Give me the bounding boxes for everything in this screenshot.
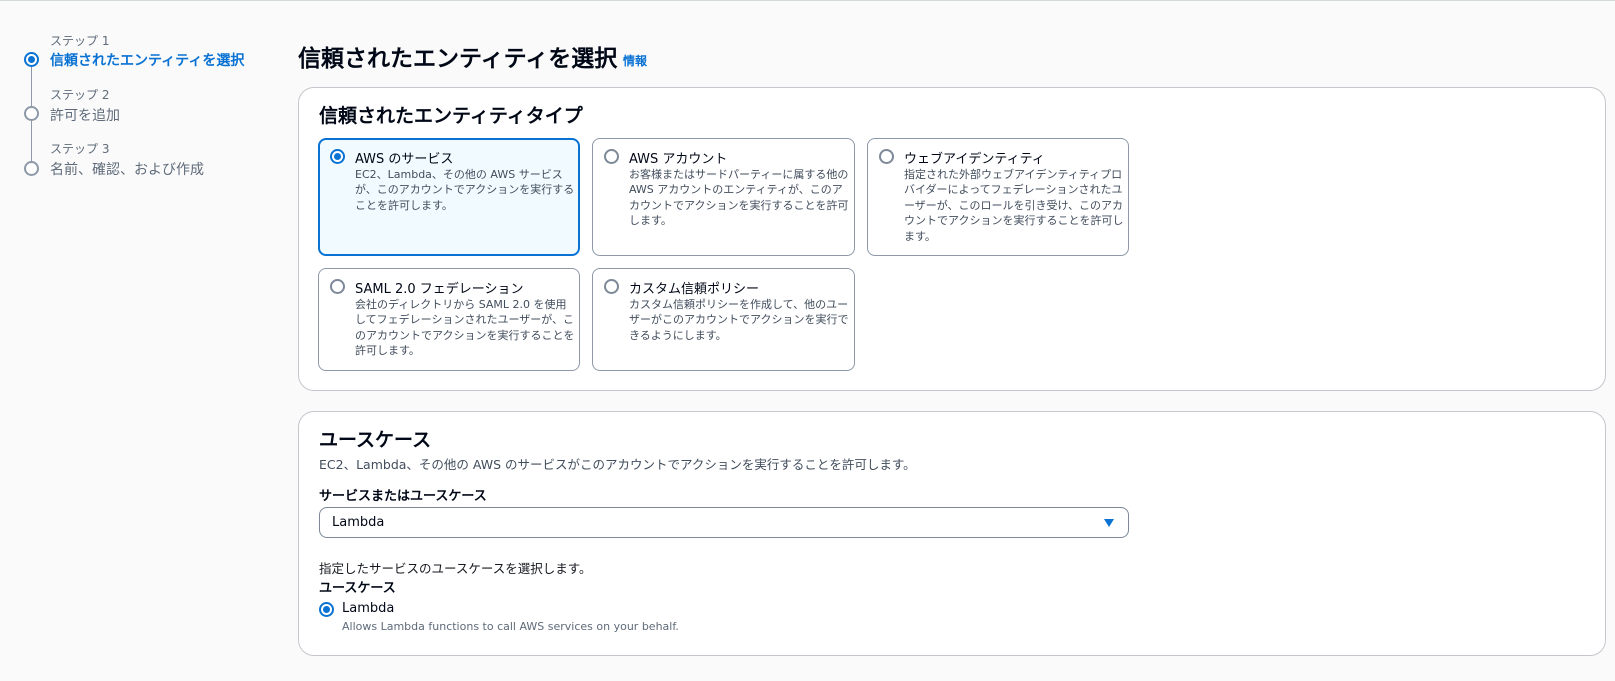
step-3-title: 名前、確認、および作成 (50, 162, 204, 178)
tile-title: SAML 2.0 フェデレーション (355, 282, 524, 297)
info-link[interactable]: 情報 (623, 52, 647, 69)
use-case-option-label[interactable]: Lambda (342, 601, 394, 616)
radio-custom-trust-policy[interactable] (604, 279, 619, 294)
service-select[interactable]: Lambda (319, 507, 1129, 538)
tile-title: AWS のサービス (355, 152, 454, 167)
entity-type-heading: 信頼されたエンティティタイプ (319, 105, 583, 127)
tile-aws-service[interactable]: AWS のサービス EC2、Lambda、その他の AWS サービスが、このアカ… (318, 138, 580, 256)
tile-saml-federation[interactable]: SAML 2.0 フェデレーション 会社のディレクトリから SAML 2.0 を… (318, 268, 580, 371)
entity-type-container: 信頼されたエンティティタイプ AWS のサービス EC2、Lambda、その他の… (298, 87, 1606, 391)
tile-description: 会社のディレクトリから SAML 2.0 を使用してフェデレーションされたユーザ… (355, 298, 575, 358)
tile-title: カスタム信頼ポリシー (629, 282, 760, 297)
step-2-number: ステップ 2 (50, 88, 110, 102)
step-3-number: ステップ 3 (50, 142, 110, 156)
service-field-label: サービスまたはユースケース (319, 489, 487, 504)
use-case-option-description: Allows Lambda functions to call AWS serv… (342, 620, 679, 633)
step-1-number: ステップ 1 (50, 34, 110, 48)
tile-aws-account[interactable]: AWS アカウント お客様またはサードパーティーに属する他の AWS アカウント… (592, 138, 855, 256)
tile-custom-trust-policy[interactable]: カスタム信頼ポリシー カスタム信頼ポリシーを作成して、他のユーザーがこのアカウン… (592, 268, 855, 371)
tile-description: 指定された外部ウェブアイデンティティプロバイダーによってフェデレーションされたユ… (904, 168, 1124, 243)
step-2-indicator (24, 106, 39, 121)
use-case-container: ユースケース EC2、Lambda、その他の AWS のサービスがこのアカウント… (298, 411, 1606, 656)
radio-web-identity[interactable] (879, 149, 894, 164)
use-case-heading: ユースケース (319, 429, 432, 451)
tile-description: カスタム信頼ポリシーを作成して、他のユーザーがこのアカウントでアクションを実行で… (629, 298, 849, 342)
stepper-connector (31, 67, 32, 107)
service-select-value: Lambda (332, 515, 385, 530)
page-title: 信頼されたエンティティを選択 (298, 46, 618, 72)
step-1-indicator (24, 52, 39, 67)
radio-saml-federation[interactable] (330, 279, 345, 294)
tile-description: EC2、Lambda、その他の AWS サービスが、このアカウントでアクションを… (355, 168, 575, 212)
tile-title: AWS アカウント (629, 152, 728, 167)
radio-use-case-lambda[interactable] (319, 602, 334, 617)
radio-aws-service[interactable] (330, 149, 345, 164)
step-3-indicator (24, 161, 39, 176)
tile-web-identity[interactable]: ウェブアイデンティティ 指定された外部ウェブアイデンティティプロバイダーによって… (867, 138, 1129, 256)
tile-title: ウェブアイデンティティ (904, 152, 1045, 167)
caret-down-icon (1104, 519, 1114, 527)
use-case-help-text: 指定したサービスのユースケースを選択します。 (319, 561, 592, 576)
use-case-description: EC2、Lambda、その他の AWS のサービスがこのアカウントでアクションを… (319, 457, 916, 472)
radio-aws-account[interactable] (604, 149, 619, 164)
step-2-title: 許可を追加 (50, 108, 120, 124)
wizard-stepper: ステップ 1 信頼されたエンティティを選択 ステップ 2 許可を追加 ステップ … (0, 1, 280, 201)
use-case-label: ユースケース (319, 581, 396, 596)
step-1-title[interactable]: 信頼されたエンティティを選択 (50, 50, 244, 70)
stepper-connector (31, 121, 32, 162)
tile-description: お客様またはサードパーティーに属する他の AWS アカウントのエンティティが、こ… (629, 168, 849, 228)
